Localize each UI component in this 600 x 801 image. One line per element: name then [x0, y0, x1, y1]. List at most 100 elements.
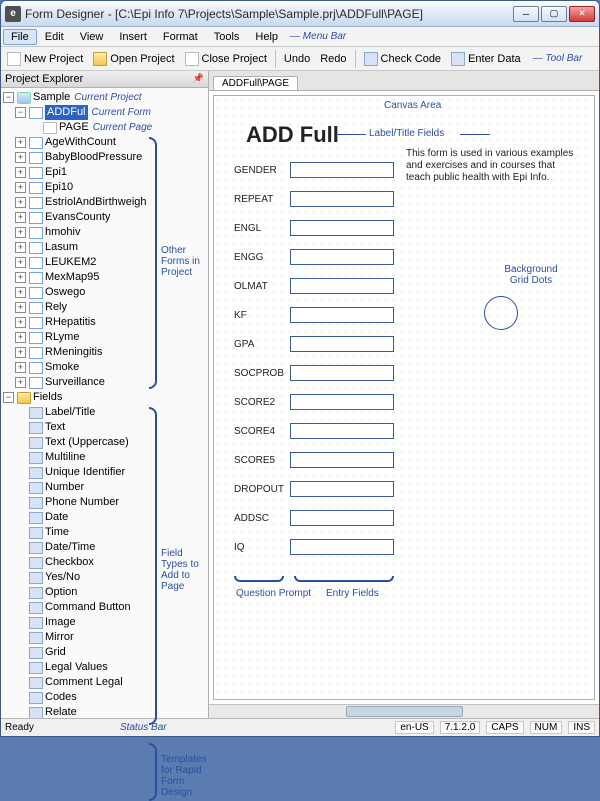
menu-view[interactable]: View [72, 29, 112, 45]
field-input[interactable] [290, 481, 394, 497]
tree-form[interactable]: +Surveillance [1, 375, 208, 390]
expander-icon[interactable]: + [15, 212, 26, 223]
tree-current-page[interactable]: PAGECurrent Page [1, 120, 208, 135]
tree-field-type[interactable]: Comment Legal [1, 675, 208, 690]
expander-icon[interactable]: − [3, 392, 14, 403]
tree-field-type[interactable]: Codes [1, 690, 208, 705]
tree-field-type[interactable]: Text [1, 420, 208, 435]
minimize-button[interactable]: ─ [513, 6, 539, 22]
tree-project[interactable]: −SampleCurrent Project [1, 90, 208, 105]
scrollbar-thumb[interactable] [346, 706, 463, 717]
expander-icon[interactable]: + [15, 362, 26, 373]
tree-form[interactable]: +Epi1 [1, 165, 208, 180]
tree-field-type[interactable]: Multiline [1, 450, 208, 465]
tree-fields[interactable]: −Fields [1, 390, 208, 405]
tree-view[interactable]: −SampleCurrent Project−ADDFulCurrent For… [1, 88, 208, 718]
tree-form[interactable]: +Rely [1, 300, 208, 315]
pin-icon[interactable]: 📌 [193, 73, 204, 85]
expander-icon[interactable]: − [3, 92, 14, 103]
field-input[interactable] [290, 220, 394, 236]
menu-format[interactable]: Format [155, 29, 206, 45]
field-input[interactable] [290, 249, 394, 265]
tree-form[interactable]: +EvansCounty [1, 210, 208, 225]
expander-icon[interactable]: + [15, 227, 26, 238]
expander-icon[interactable]: + [15, 287, 26, 298]
maximize-button[interactable]: ▢ [541, 6, 567, 22]
expander-icon[interactable]: + [15, 257, 26, 268]
field-input[interactable] [290, 452, 394, 468]
tree-form[interactable]: +Epi10 [1, 180, 208, 195]
database-icon [17, 92, 31, 104]
tree-form[interactable]: + Oswego [1, 285, 208, 300]
tree-form[interactable]: +RMeningitis [1, 345, 208, 360]
design-canvas[interactable]: Canvas Area ADD Full Label/Title Fields … [213, 95, 595, 700]
tree-field-type[interactable]: Text (Uppercase) [1, 435, 208, 450]
field-type-icon [29, 467, 43, 479]
expander-icon[interactable]: + [15, 377, 26, 388]
tree-field-type[interactable]: Grid [1, 645, 208, 660]
tree-label: Number [45, 480, 84, 495]
new-project-button[interactable]: New Project [5, 51, 85, 67]
expander-icon[interactable]: + [15, 167, 26, 178]
field-input[interactable] [290, 423, 394, 439]
expander-icon[interactable]: + [15, 272, 26, 283]
tree-field-type[interactable]: Date [1, 510, 208, 525]
field-input[interactable] [290, 539, 394, 555]
page-tab[interactable]: ADDFull\PAGE [213, 76, 298, 90]
close-project-button[interactable]: Close Project [183, 51, 269, 67]
tree-field-type[interactable]: Label/Title [1, 405, 208, 420]
tree-field-type[interactable]: Relate [1, 705, 208, 718]
brace [149, 137, 157, 389]
menu-tools[interactable]: Tools [206, 29, 248, 45]
field-input[interactable] [290, 394, 394, 410]
field-input[interactable] [290, 510, 394, 526]
enter-data-button[interactable]: Enter Data [449, 51, 523, 67]
close-button[interactable]: ✕ [569, 6, 595, 22]
tree-form[interactable]: +hmohiv [1, 225, 208, 240]
horizontal-scrollbar[interactable] [209, 704, 599, 718]
tree-form[interactable]: +AgeWithCount [1, 135, 208, 150]
check-code-button[interactable]: Check Code [362, 51, 444, 67]
tree-field-type[interactable]: Image [1, 615, 208, 630]
tree-form[interactable]: +BabyBloodPressure [1, 150, 208, 165]
menu-insert[interactable]: Insert [111, 29, 155, 45]
expander-icon[interactable]: + [15, 332, 26, 343]
form-field-row: IQ [234, 539, 394, 555]
tree-field-type[interactable]: Number [1, 480, 208, 495]
tree-form[interactable]: +Smoke [1, 360, 208, 375]
field-type-icon [29, 707, 43, 719]
tree-form[interactable]: +RLyme [1, 330, 208, 345]
expander-icon[interactable]: + [15, 317, 26, 328]
tree-field-type[interactable]: Phone Number [1, 495, 208, 510]
field-input[interactable] [290, 336, 394, 352]
expander-icon[interactable]: + [15, 152, 26, 163]
tree-form[interactable]: +RHepatitis [1, 315, 208, 330]
menu-help[interactable]: Help [247, 29, 286, 45]
expander-icon[interactable]: − [15, 107, 26, 118]
expander-icon[interactable]: + [15, 137, 26, 148]
expander-icon[interactable]: + [15, 242, 26, 253]
field-input[interactable] [290, 162, 394, 178]
tree-label: Oswego [45, 285, 85, 300]
field-input[interactable] [290, 278, 394, 294]
tree-field-type[interactable]: Mirror [1, 630, 208, 645]
field-input[interactable] [290, 365, 394, 381]
open-project-button[interactable]: Open Project [91, 51, 176, 67]
field-input[interactable] [290, 307, 394, 323]
tree-field-type[interactable]: Command Button [1, 600, 208, 615]
expander-icon[interactable]: + [15, 347, 26, 358]
redo-button[interactable]: Redo [318, 52, 348, 66]
undo-button[interactable]: Undo [282, 52, 312, 66]
tree-current-form[interactable]: −ADDFulCurrent Form [1, 105, 208, 120]
menu-edit[interactable]: Edit [37, 29, 72, 45]
field-prompt: OLMAT [234, 281, 290, 292]
field-input[interactable] [290, 191, 394, 207]
menu-file[interactable]: File [3, 29, 37, 45]
expander-icon[interactable]: + [15, 302, 26, 313]
tree-form[interactable]: +EstriolAndBirthweigh [1, 195, 208, 210]
expander-icon[interactable]: + [15, 182, 26, 193]
expander-icon[interactable]: + [15, 197, 26, 208]
tree-field-type[interactable]: Legal Values [1, 660, 208, 675]
tree-field-type[interactable]: Unique Identifier [1, 465, 208, 480]
tree-field-type[interactable]: Time [1, 525, 208, 540]
